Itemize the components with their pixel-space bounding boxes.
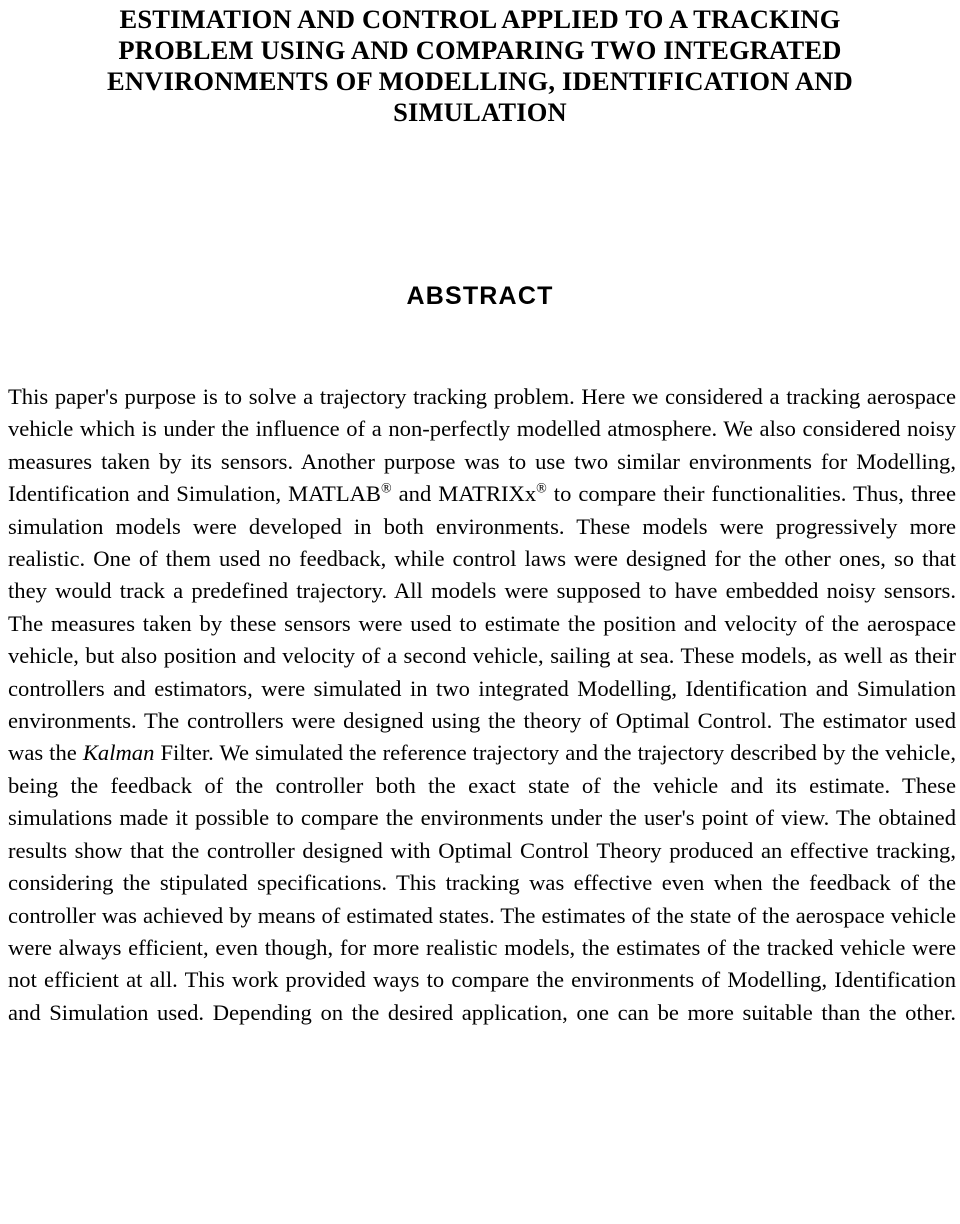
title-line-3: ENVIRONMENTS OF MODELLING, IDENTIFICATIO…: [107, 66, 853, 96]
abstract-text-part-3: to compare their functionalities. Thus, …: [8, 481, 956, 766]
title-abstract-spacer: [0, 128, 960, 281]
title-line-1: ESTIMATION AND CONTROL APPLIED TO A TRAC…: [119, 4, 841, 34]
page-title: ESTIMATION AND CONTROL APPLIED TO A TRAC…: [0, 0, 960, 128]
registered-trademark-icon-matrixx: ®: [536, 481, 547, 497]
document-page: ESTIMATION AND CONTROL APPLIED TO A TRAC…: [0, 0, 960, 1224]
heading-body-spacer: [0, 311, 960, 381]
registered-trademark-icon-matlab: ®: [381, 481, 392, 497]
title-line-4: SIMULATION: [393, 97, 567, 127]
abstract-text-part-2: and MATRIXx: [391, 481, 537, 507]
title-line-2: PROBLEM USING AND COMPARING TWO INTEGRAT…: [118, 35, 842, 65]
abstract-text-part-4: Filter. We simulated the reference traje…: [8, 740, 956, 1025]
abstract-paragraph: This paper's purpose is to solve a traje…: [8, 381, 956, 1062]
abstract-body: This paper's purpose is to solve a traje…: [0, 381, 960, 1062]
kalman-emphasis: Kalman: [82, 740, 155, 766]
abstract-heading: ABSTRACT: [406, 282, 554, 310]
